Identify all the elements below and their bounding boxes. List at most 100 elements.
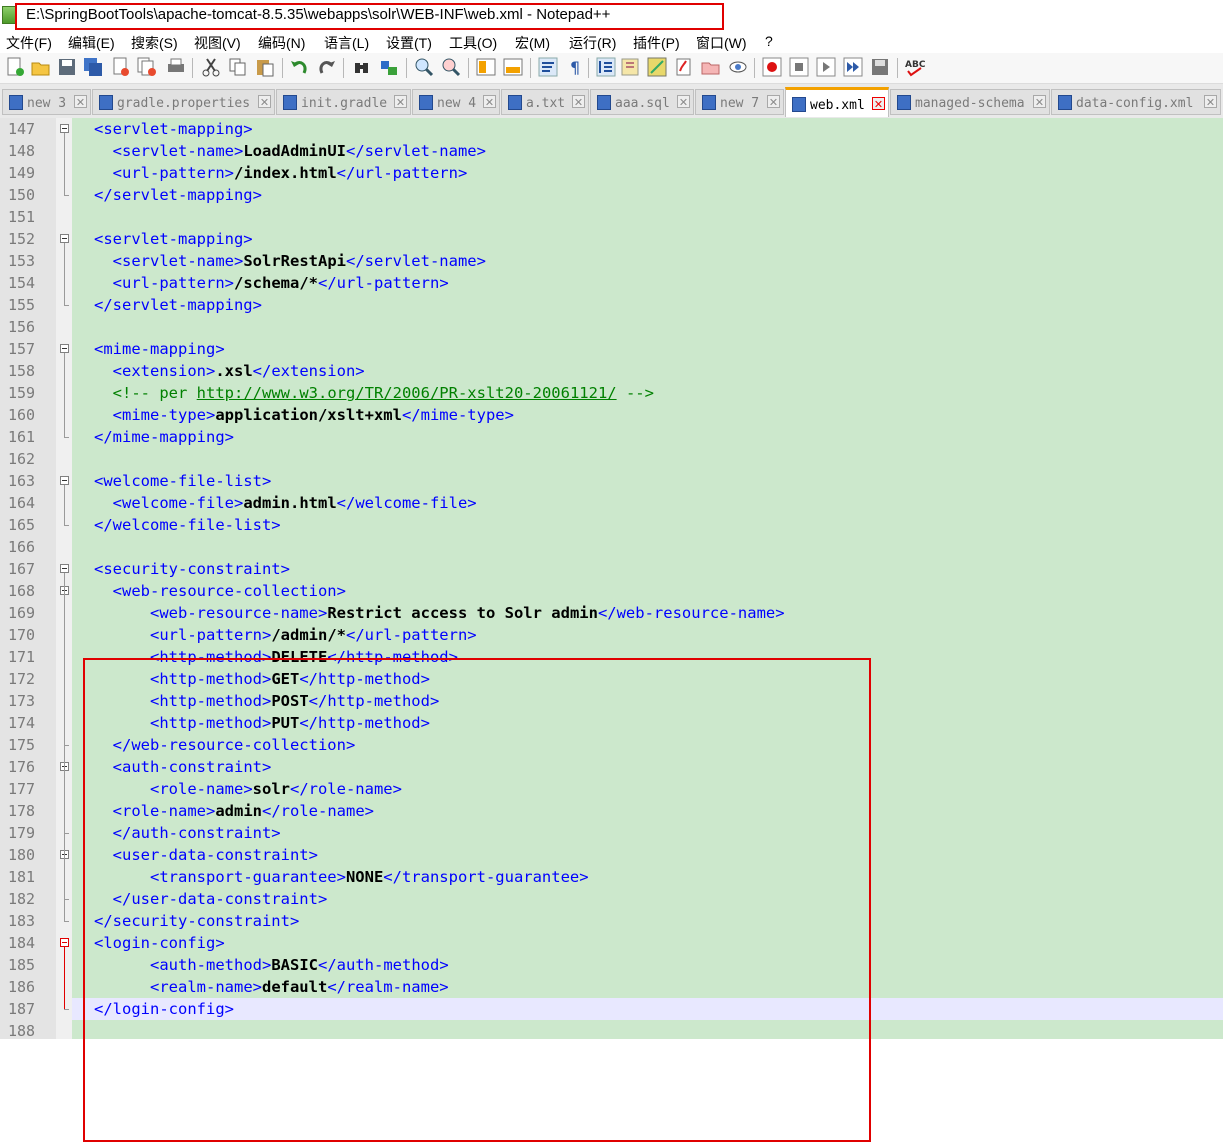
doc-map-icon[interactable] bbox=[620, 57, 640, 77]
copy-icon[interactable] bbox=[228, 57, 248, 77]
open-file-icon[interactable] bbox=[31, 57, 51, 77]
code-editor[interactable]: 147 <servlet-mapping> 148 <servlet-name>Lo… bbox=[0, 118, 1223, 1142]
tab-aaa-sql[interactable]: aaa.sql ✕ bbox=[590, 89, 694, 115]
folder-workspace-icon[interactable] bbox=[674, 57, 694, 77]
code-line[interactable]: 179 </auth-constraint> bbox=[0, 822, 1223, 844]
code-line[interactable]: 176 <auth-constraint> bbox=[0, 756, 1223, 778]
code-line[interactable]: 161 </mime-mapping> bbox=[0, 426, 1223, 448]
fold-toggle-icon[interactable] bbox=[60, 938, 69, 947]
tab-gradle-properties[interactable]: gradle.properties ✕ bbox=[92, 89, 275, 115]
code-line[interactable]: 159 <!-- per http://www.w3.org/TR/2006/P… bbox=[0, 382, 1223, 404]
replace-icon[interactable] bbox=[379, 57, 399, 77]
code-line[interactable]: 151 bbox=[0, 206, 1223, 228]
run-macro-multiple-icon[interactable] bbox=[843, 57, 863, 77]
close-tab-icon[interactable]: ✕ bbox=[677, 95, 690, 109]
code-line[interactable]: 156 bbox=[0, 316, 1223, 338]
close-tab-icon[interactable]: ✕ bbox=[74, 95, 87, 109]
fold-toggle-icon[interactable] bbox=[60, 564, 69, 573]
menu-search[interactable]: 搜索(S) bbox=[131, 33, 178, 53]
code-line[interactable]: 153 <servlet-name>SolrRestApi</servlet-n… bbox=[0, 250, 1223, 272]
code-line[interactable]: 183 </security-constraint> bbox=[0, 910, 1223, 932]
redo-icon[interactable] bbox=[316, 57, 336, 77]
code-line[interactable]: 148 <servlet-name>LoadAdminUI</servlet-n… bbox=[0, 140, 1223, 162]
code-line[interactable]: 162 bbox=[0, 448, 1223, 470]
zoom-out-icon[interactable] bbox=[441, 57, 461, 77]
code-line[interactable]: 170 <url-pattern>/admin/*</url-pattern> bbox=[0, 624, 1223, 646]
close-tab-icon[interactable]: ✕ bbox=[483, 95, 496, 109]
tab-web-xml[interactable]: web.xml ✕ bbox=[785, 87, 889, 117]
code-line[interactable]: 166 bbox=[0, 536, 1223, 558]
sync-vertical-icon[interactable] bbox=[476, 57, 496, 77]
fold-toggle-icon[interactable] bbox=[60, 234, 69, 243]
code-line[interactable]: 152 <servlet-mapping> bbox=[0, 228, 1223, 250]
code-line[interactable]: 181 <transport-guarantee>NONE</transport… bbox=[0, 866, 1223, 888]
code-line[interactable]: 186 <realm-name>default</realm-name> bbox=[0, 976, 1223, 998]
play-macro-icon[interactable] bbox=[816, 57, 836, 77]
stop-record-icon[interactable] bbox=[789, 57, 809, 77]
paste-icon[interactable] bbox=[255, 57, 275, 77]
close-icon[interactable] bbox=[111, 57, 131, 77]
code-line[interactable]: 158 <extension>.xsl</extension> bbox=[0, 360, 1223, 382]
code-line[interactable]: 184 <login-config> bbox=[0, 932, 1223, 954]
menu-window[interactable]: 窗口(W) bbox=[696, 33, 747, 53]
close-all-icon[interactable] bbox=[137, 57, 157, 77]
close-tab-icon[interactable]: ✕ bbox=[872, 97, 885, 111]
code-line[interactable]: 177 <role-name>solr</role-name> bbox=[0, 778, 1223, 800]
sync-horizontal-icon[interactable] bbox=[503, 57, 523, 77]
menu-run[interactable]: 运行(R) bbox=[569, 33, 616, 53]
show-all-chars-icon[interactable]: ¶ bbox=[566, 57, 586, 77]
fold-toggle-icon[interactable] bbox=[60, 476, 69, 485]
code-line[interactable]: 173 <http-method>POST</http-method> bbox=[0, 690, 1223, 712]
close-tab-icon[interactable]: ✕ bbox=[258, 95, 271, 109]
close-tab-icon[interactable]: ✕ bbox=[1204, 95, 1217, 109]
tab-new-4[interactable]: new 4 ✕ bbox=[412, 89, 500, 115]
code-line[interactable]: 167 <security-constraint> bbox=[0, 558, 1223, 580]
save-all-icon[interactable] bbox=[83, 57, 103, 77]
code-line[interactable]: 164 <welcome-file>admin.html</welcome-fi… bbox=[0, 492, 1223, 514]
record-macro-icon[interactable] bbox=[762, 57, 782, 77]
menu-plugins[interactable]: 插件(P) bbox=[633, 33, 680, 53]
close-tab-icon[interactable]: ✕ bbox=[394, 95, 407, 109]
tab-new-3[interactable]: new 3 ✕ bbox=[2, 89, 91, 115]
close-tab-icon[interactable]: ✕ bbox=[572, 95, 585, 109]
zoom-in-icon[interactable] bbox=[414, 57, 434, 77]
fold-toggle-icon[interactable] bbox=[60, 124, 69, 133]
print-icon[interactable] bbox=[166, 57, 186, 77]
word-wrap-icon[interactable] bbox=[538, 57, 558, 77]
code-line[interactable]: 155 </servlet-mapping> bbox=[0, 294, 1223, 316]
save-icon[interactable] bbox=[57, 57, 77, 77]
code-line[interactable]: 157 <mime-mapping> bbox=[0, 338, 1223, 360]
fold-toggle-icon[interactable] bbox=[60, 344, 69, 353]
code-line[interactable]: 185 <auth-method>BASIC</auth-method> bbox=[0, 954, 1223, 976]
folder-icon[interactable] bbox=[701, 57, 721, 77]
menu-encoding[interactable]: 编码(N) bbox=[258, 33, 305, 53]
code-line[interactable]: 168 <web-resource-collection> bbox=[0, 580, 1223, 602]
code-line[interactable]: 163 <welcome-file-list> bbox=[0, 470, 1223, 492]
code-line[interactable]: 160 <mime-type>application/xslt+xml</mim… bbox=[0, 404, 1223, 426]
code-line[interactable]: 178 <role-name>admin</role-name> bbox=[0, 800, 1223, 822]
find-icon[interactable] bbox=[352, 57, 372, 77]
code-line[interactable]: 165 </welcome-file-list> bbox=[0, 514, 1223, 536]
code-line[interactable]: 154 <url-pattern>/schema/*</url-pattern> bbox=[0, 272, 1223, 294]
menu-language[interactable]: 语言(L) bbox=[324, 33, 369, 53]
menu-view[interactable]: 视图(V) bbox=[194, 33, 241, 53]
function-list-icon[interactable] bbox=[647, 57, 667, 77]
code-line[interactable]: 187 </login-config> bbox=[0, 998, 1223, 1020]
cut-icon[interactable] bbox=[201, 57, 221, 77]
close-tab-icon[interactable]: ✕ bbox=[1033, 95, 1046, 109]
menu-macro[interactable]: 宏(M) bbox=[515, 33, 550, 53]
code-line[interactable]: 171 <http-method>DELETE</http-method> bbox=[0, 646, 1223, 668]
code-line[interactable]: 150 </servlet-mapping> bbox=[0, 184, 1223, 206]
spellcheck-icon[interactable]: ABC bbox=[905, 57, 925, 77]
code-line[interactable]: 180 <user-data-constraint> bbox=[0, 844, 1223, 866]
undo-icon[interactable] bbox=[290, 57, 310, 77]
menu-tools[interactable]: 工具(O) bbox=[449, 33, 497, 53]
code-line[interactable]: 174 <http-method>PUT</http-method> bbox=[0, 712, 1223, 734]
menu-edit[interactable]: 编辑(E) bbox=[68, 33, 115, 53]
code-line[interactable]: 172 <http-method>GET</http-method> bbox=[0, 668, 1223, 690]
indent-guide-icon[interactable] bbox=[596, 57, 616, 77]
new-file-icon[interactable] bbox=[5, 57, 25, 77]
menu-file[interactable]: 文件(F) bbox=[6, 33, 52, 53]
code-line[interactable]: 182 </user-data-constraint> bbox=[0, 888, 1223, 910]
tab-init-gradle[interactable]: init.gradle ✕ bbox=[276, 89, 411, 115]
